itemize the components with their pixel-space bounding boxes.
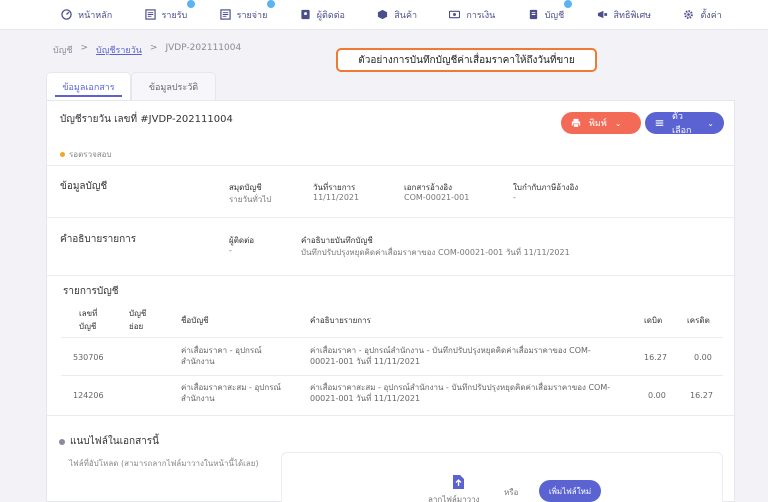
add-file-button[interactable]: เพิ่มไฟล์ใหม่	[539, 480, 601, 502]
cell-credit: 16.27	[690, 391, 713, 400]
reference-value: COM-00021-001	[404, 193, 470, 202]
print-label: พิมพ์	[589, 119, 607, 129]
file-upload-icon	[453, 475, 464, 489]
breadcrumb-link[interactable]: บัญชีรายวัน	[96, 43, 142, 57]
notification-badge	[267, 0, 276, 8]
cell-account-name: ค่าเสื่อมราคา - อุปกรณ์ สำนักงาน	[181, 346, 262, 366]
file-dropzone[interactable]: ลากไฟล์มาวาง หรือ เพิ่มไฟล์ใหม่	[281, 452, 723, 502]
column-header-account-no: เลขที่ บัญชี	[79, 309, 98, 331]
notification-badge	[187, 0, 196, 8]
money-icon	[449, 10, 461, 19]
contact-label: ผู้ติดต่อ	[229, 236, 255, 245]
tax-invoice-value: -	[513, 193, 516, 202]
divider	[61, 375, 723, 376]
nav-item-privileges[interactable]: สิทธิพิเศษ	[597, 8, 652, 22]
nav-label: สินค้า	[394, 10, 418, 21]
breadcrumb-root[interactable]: บัญชี	[53, 43, 73, 57]
nav-item-settings[interactable]: ตั้งค่า	[683, 8, 722, 22]
chevron-down-icon: ⌄	[707, 118, 714, 128]
attachments-heading: แนบไฟล์ในเอกสารนี้	[59, 434, 159, 449]
nav-label: สิทธิพิเศษ	[613, 10, 652, 21]
box-icon	[378, 9, 388, 20]
breadcrumb-separator: >	[149, 43, 158, 53]
cell-credit: 0.00	[694, 353, 712, 362]
status-dot	[60, 152, 65, 157]
column-header-sub-account: บัญชี ย่อย	[129, 309, 147, 331]
nav-item-finance[interactable]: การเงิน	[449, 8, 495, 22]
print-button[interactable]: พิมพ์ ⌄	[561, 112, 641, 134]
tab-history[interactable]: ข้อมูลประวัติ	[131, 72, 216, 100]
breadcrumb-current: JVDP-202111004	[165, 43, 242, 53]
dashboard-icon	[61, 9, 72, 20]
nav-label: การเงิน	[466, 10, 496, 21]
attachments-heading-text: แนบไฟล์ในเอกสารนี้	[70, 436, 159, 447]
column-header-account-name: ชื่อบัญชี	[181, 316, 209, 325]
nav-label: รายรับ	[161, 10, 188, 21]
bullet-icon	[59, 438, 65, 445]
entries-heading: รายการบัญชี	[63, 286, 119, 297]
date-value: 11/11/2021	[313, 193, 360, 202]
nav-item-income[interactable]: รายรับ	[144, 0, 196, 22]
divider	[47, 165, 736, 166]
document-title: บัญชีรายวัน เลขที่ #JVDP-202111004	[60, 114, 233, 125]
nav-label: ตั้งค่า	[700, 10, 722, 21]
chevron-down-icon: ⌄	[614, 118, 622, 128]
divider	[47, 275, 736, 276]
nav-label: บัญชี	[544, 10, 565, 21]
top-navigation: หน้าหลัก รายรับ รายจ่าย ผู้ติดต่อ สินค้า…	[0, 0, 768, 30]
column-header-description: คำอธิบายรายการ	[310, 316, 371, 325]
cell-description: ค่าเสื่อมราคา - อุปกรณ์สำนักงาน - บันทึก…	[310, 346, 591, 366]
cell-description: ค่าเสื่อมราคาสะสม - อุปกรณ์สำนักงาน - บั…	[310, 383, 611, 403]
nav-item-dashboard[interactable]: หน้าหลัก	[61, 8, 112, 22]
cell-account-no: 124206	[73, 391, 104, 400]
income-icon	[144, 9, 156, 20]
book-value: รายวันทั่วไป	[229, 195, 272, 204]
ledger-icon	[529, 9, 537, 20]
cell-account-name: ค่าเสื่อมราคาสะสม - อุปกรณ์ สำนักงาน	[181, 383, 281, 403]
upload-hint: ไฟล์ที่อัปโหลด (สามารถลากไฟล์มาวางในหน้า…	[69, 459, 259, 468]
cell-account-no: 530706	[73, 353, 104, 362]
annotation-callout: ตัวอย่างการบันทึกบัญชีค่าเสื่อมราคาให้ถึ…	[336, 48, 597, 72]
contacts-icon	[301, 9, 310, 20]
divider	[47, 217, 736, 218]
document-card: บัญชีรายวัน เลขที่ #JVDP-202111004 พิมพ์…	[46, 100, 736, 502]
drop-label: ลากไฟล์มาวาง	[428, 495, 480, 502]
nav-label: ผู้ติดต่อ	[316, 10, 345, 21]
nav-label: รายจ่าย	[236, 10, 268, 21]
column-header-credit: เครดิต	[687, 316, 710, 325]
breadcrumb-separator: >	[80, 43, 89, 53]
expense-icon	[219, 9, 231, 20]
column-header-debit: เดบิต	[644, 316, 663, 325]
cell-debit: 0.00	[648, 391, 666, 400]
contact-value: -	[229, 246, 232, 255]
options-button[interactable]: ตัวเลือก ⌄	[645, 112, 724, 136]
notification-badge	[564, 0, 573, 8]
breadcrumb: บัญชี > บัญชีรายวัน > JVDP-202111004	[53, 43, 241, 57]
tax-invoice-label: ใบกำกับภาษีอ้างอิง	[513, 183, 579, 192]
menu-icon	[655, 120, 664, 126]
journal-note-value: บันทึกปรับปรุงหยุดคิดค่าเสื่อมราคาของ CO…	[301, 248, 570, 257]
options-label: ตัวเลือก	[672, 112, 692, 136]
gear-icon	[684, 10, 694, 19]
nav-item-products[interactable]: สินค้า	[377, 8, 417, 22]
nav-item-contacts[interactable]: ผู้ติดต่อ	[300, 8, 345, 22]
megaphone-icon	[597, 10, 607, 19]
divider	[61, 337, 723, 338]
nav-item-accounting[interactable]: บัญชี	[528, 0, 573, 22]
description-heading: คำอธิบายรายการ	[60, 234, 137, 245]
cell-debit: 16.27	[644, 353, 667, 362]
nav-item-expense[interactable]: รายจ่าย	[219, 0, 276, 22]
account-info-heading: ข้อมูลบัญชี	[60, 181, 108, 192]
or-label: หรือ	[504, 488, 519, 497]
printer-icon	[571, 118, 581, 128]
divider	[47, 415, 736, 416]
tab-document-info[interactable]: ข้อมูลเอกสาร	[46, 72, 131, 100]
nav-label: หน้าหลัก	[78, 10, 113, 21]
status-text: รอตรวจสอบ	[69, 150, 112, 159]
status-badge: รอตรวจสอบ	[60, 148, 112, 161]
